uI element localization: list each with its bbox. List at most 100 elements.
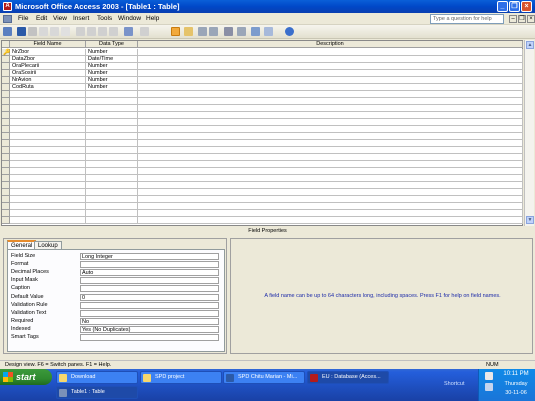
description-cell[interactable] xyxy=(138,182,523,189)
field-name-header[interactable]: Field Name xyxy=(10,41,86,48)
field-name-cell[interactable] xyxy=(10,182,86,189)
properties-icon[interactable] xyxy=(224,27,233,36)
field-name-cell[interactable] xyxy=(10,168,86,175)
build-icon[interactable] xyxy=(237,27,246,36)
help-search-input[interactable]: Type a question for help xyxy=(430,14,504,24)
task-download[interactable]: Download xyxy=(56,371,138,384)
data-type-cell[interactable] xyxy=(86,133,138,140)
scroll-down-icon[interactable]: ▼ xyxy=(526,216,534,224)
description-cell[interactable] xyxy=(138,112,523,119)
data-type-cell[interactable] xyxy=(86,147,138,154)
print-preview-icon[interactable] xyxy=(50,27,59,36)
row-selector[interactable] xyxy=(2,119,10,126)
data-type-cell[interactable] xyxy=(86,140,138,147)
property-value-input[interactable]: No xyxy=(80,317,219,325)
redo-icon[interactable] xyxy=(140,27,149,36)
menu-window[interactable]: Window xyxy=(118,15,141,22)
description-cell[interactable] xyxy=(138,63,523,70)
restore-button[interactable]: ❐ xyxy=(509,1,520,12)
row-selector[interactable] xyxy=(2,175,10,182)
description-cell[interactable] xyxy=(138,49,523,56)
row-selector[interactable] xyxy=(2,196,10,203)
field-name-cell[interactable]: NrZbor xyxy=(10,49,86,56)
data-type-cell[interactable] xyxy=(86,168,138,175)
primary-key-icon[interactable] xyxy=(171,27,180,36)
field-name-cell[interactable] xyxy=(10,112,86,119)
field-name-cell[interactable] xyxy=(10,161,86,168)
indexes-icon[interactable] xyxy=(184,27,193,36)
row-selector[interactable] xyxy=(2,63,10,70)
description-cell[interactable] xyxy=(138,133,523,140)
access-app-icon[interactable]: A xyxy=(3,2,12,11)
field-name-cell[interactable] xyxy=(10,217,86,224)
row-selector[interactable] xyxy=(2,147,10,154)
field-name-cell[interactable] xyxy=(10,189,86,196)
data-type-header[interactable]: Data Type xyxy=(86,41,138,48)
field-name-cell[interactable] xyxy=(10,210,86,217)
start-button[interactable]: start xyxy=(0,369,52,385)
property-value-input[interactable]: Yes (No Duplicates) xyxy=(80,325,219,333)
data-type-cell[interactable] xyxy=(86,126,138,133)
property-value-input[interactable] xyxy=(80,334,219,341)
shortcut-label[interactable]: Shortcut xyxy=(444,381,464,387)
save-icon[interactable] xyxy=(17,27,26,36)
property-value-input[interactable] xyxy=(80,309,219,317)
row-selector[interactable] xyxy=(2,84,10,91)
description-cell[interactable] xyxy=(138,126,523,133)
row-selector[interactable] xyxy=(2,126,10,133)
menu-tools[interactable]: Tools xyxy=(97,15,112,22)
minimize-button[interactable]: _ xyxy=(497,1,508,12)
data-type-cell[interactable]: Number xyxy=(86,77,138,84)
spelling-icon[interactable] xyxy=(61,27,70,36)
row-selector[interactable] xyxy=(2,77,10,84)
menu-file[interactable]: File xyxy=(18,15,28,22)
description-cell[interactable] xyxy=(138,154,523,161)
row-selector[interactable] xyxy=(2,217,10,224)
description-cell[interactable] xyxy=(138,161,523,168)
undo-icon[interactable] xyxy=(124,27,133,36)
description-cell[interactable] xyxy=(138,168,523,175)
task-spd-project[interactable]: SPD project xyxy=(140,371,222,384)
description-cell[interactable] xyxy=(138,175,523,182)
field-name-cell[interactable]: DataZbor xyxy=(10,56,86,63)
description-cell[interactable] xyxy=(138,84,523,91)
field-name-cell[interactable] xyxy=(10,105,86,112)
scroll-up-icon[interactable]: ▲ xyxy=(526,41,534,49)
row-selector[interactable] xyxy=(2,133,10,140)
menu-view[interactable]: View xyxy=(53,15,67,22)
view-icon[interactable] xyxy=(3,27,12,36)
data-type-cell[interactable] xyxy=(86,98,138,105)
field-name-cell[interactable] xyxy=(10,133,86,140)
description-cell[interactable] xyxy=(138,70,523,77)
insert-rows-icon[interactable] xyxy=(198,27,207,36)
row-selector[interactable] xyxy=(2,91,10,98)
delete-rows-icon[interactable] xyxy=(209,27,218,36)
doc-close-button[interactable]: × xyxy=(527,15,535,23)
description-cell[interactable] xyxy=(138,77,523,84)
property-value-input[interactable]: Long Integer xyxy=(80,253,219,260)
row-selector[interactable] xyxy=(2,161,10,168)
row-selector[interactable] xyxy=(2,154,10,161)
field-name-cell[interactable]: OraSosirii xyxy=(10,70,86,77)
description-cell[interactable] xyxy=(138,147,523,154)
table-doc-icon[interactable] xyxy=(3,15,12,23)
doc-restore-button[interactable]: ❐ xyxy=(518,15,526,23)
field-name-cell[interactable] xyxy=(10,126,86,133)
row-selector[interactable] xyxy=(2,98,10,105)
description-cell[interactable] xyxy=(138,105,523,112)
field-name-cell[interactable] xyxy=(10,175,86,182)
data-type-cell[interactable]: Number xyxy=(86,84,138,91)
description-cell[interactable] xyxy=(138,119,523,126)
cut-icon[interactable] xyxy=(76,27,85,36)
close-button[interactable]: × xyxy=(521,1,532,12)
search-icon[interactable] xyxy=(28,27,37,36)
data-type-cell[interactable] xyxy=(86,119,138,126)
row-selector[interactable] xyxy=(2,56,10,63)
copy-icon[interactable] xyxy=(87,27,96,36)
description-cell[interactable] xyxy=(138,203,523,210)
data-type-cell[interactable] xyxy=(86,91,138,98)
row-selector[interactable] xyxy=(2,203,10,210)
task-eu-database[interactable]: EU : Database (Acces... xyxy=(307,371,389,384)
row-selector[interactable] xyxy=(2,112,10,119)
volume-icon[interactable] xyxy=(485,383,493,391)
